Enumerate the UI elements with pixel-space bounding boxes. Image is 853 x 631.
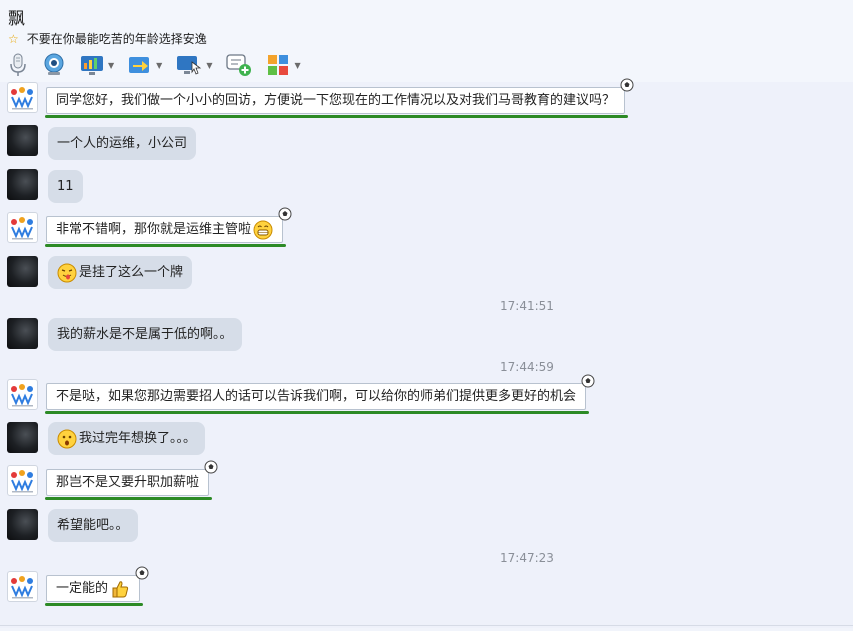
chat-header: 飘 ☆ 不要在你最能吃苦的年龄选择安逸 ▼ ▼ ▼ ▼ xyxy=(0,0,853,82)
avatar[interactable] xyxy=(7,212,38,243)
message-text: 我过完年想换了。。。 xyxy=(79,431,197,446)
message-text: 一定能的 xyxy=(56,581,109,596)
toolbar: ▼ ▼ ▼ ▼ xyxy=(8,52,315,78)
screen-share-button[interactable]: ▼ xyxy=(80,54,114,76)
microphone-button[interactable] xyxy=(8,53,28,77)
remote-assist-icon xyxy=(177,56,202,75)
message-bubble: 我的薪水是不是属于低的啊。。 xyxy=(48,318,242,351)
message-bubble: 希望能吧。。 xyxy=(48,509,138,542)
thumbs-up-emoji xyxy=(112,580,129,597)
contact-name: 飘 xyxy=(8,9,25,29)
message-bubble: 那岂不是又要升职加薪啦 xyxy=(44,460,218,500)
signature-text: 不要在你最能吃苦的年龄选择安逸 xyxy=(26,32,207,46)
apps-grid-icon xyxy=(268,55,289,75)
message-add-icon xyxy=(226,54,252,76)
message-bubble: 是挂了这么一个牌 xyxy=(48,256,193,289)
message-text: 一个人的运维，小公司 xyxy=(57,136,188,151)
apps-button[interactable]: ▼ xyxy=(266,53,301,77)
avatar[interactable] xyxy=(7,169,38,200)
microphone-icon xyxy=(10,53,26,76)
message-bubble: 一个人的运维，小公司 xyxy=(48,127,197,160)
avatar[interactable] xyxy=(7,465,38,496)
chevron-down-icon[interactable]: ▼ xyxy=(206,61,212,70)
message-text: 是挂了这么一个牌 xyxy=(79,265,184,280)
send-file-button[interactable]: ▼ xyxy=(128,54,162,76)
star-icon: ☆ xyxy=(8,31,19,46)
message-text: 同学您好，我们做一个小小的回访，方便说一下您现在的工作情况以及对我们马哥教育的建… xyxy=(56,93,616,108)
soccer-ball-icon xyxy=(278,207,292,221)
message-bubble: 不是哒，如果您那边需要招人的话可以告诉我们啊，可以给你的师弟们提供更多更好的机会 xyxy=(44,374,595,414)
message-bubble: 非常不错啊，那你就是运维主管啦 xyxy=(44,207,292,247)
avatar[interactable] xyxy=(7,571,38,602)
timestamp: 17:47:23 xyxy=(500,551,554,565)
message-text: 非常不错啊，那你就是运维主管啦 xyxy=(56,222,252,237)
soccer-ball-icon xyxy=(135,566,149,580)
chat-history[interactable]: 同学您好，我们做一个小小的回访，方便说一下您现在的工作情况以及对我们马哥教育的建… xyxy=(0,78,853,628)
message-text: 希望能吧。。 xyxy=(57,518,129,533)
logo-icon xyxy=(11,576,33,599)
webcam-button[interactable] xyxy=(42,53,66,77)
timestamp: 17:44:59 xyxy=(500,360,554,374)
message-text: 不是哒，如果您那边需要招人的话可以告诉我们啊，可以给你的师弟们提供更多更好的机会 xyxy=(56,389,577,404)
webcam-icon xyxy=(44,53,64,75)
chevron-down-icon[interactable]: ▼ xyxy=(156,61,162,70)
chevron-down-icon[interactable]: ▼ xyxy=(108,61,114,70)
logo-icon xyxy=(11,87,33,110)
avatar[interactable] xyxy=(7,379,38,410)
soccer-ball-icon xyxy=(204,460,218,474)
avatar[interactable] xyxy=(7,318,38,349)
signature-row: ☆ 不要在你最能吃苦的年龄选择安逸 xyxy=(8,30,207,47)
remote-assist-button[interactable]: ▼ xyxy=(176,54,212,76)
avatar[interactable] xyxy=(7,125,38,156)
avatar[interactable] xyxy=(7,82,38,113)
avatar[interactable] xyxy=(7,256,38,287)
tongue-emoji xyxy=(57,263,77,282)
screen-share-icon xyxy=(81,56,103,75)
avatar[interactable] xyxy=(7,509,38,540)
timestamp: 17:41:51 xyxy=(500,299,554,313)
message-text: 那岂不是又要升职加薪啦 xyxy=(56,475,200,490)
grin-emoji xyxy=(253,220,273,239)
chevron-down-icon[interactable]: ▼ xyxy=(294,61,300,70)
message-bubble: 我过完年想换了。。。 xyxy=(48,422,206,455)
message-bubble: 一定能的 xyxy=(44,566,149,606)
message-text: 我的薪水是不是属于低的啊。。 xyxy=(57,327,233,342)
avatar[interactable] xyxy=(7,422,38,453)
message-bubble: 同学您好，我们做一个小小的回访，方便说一下您现在的工作情况以及对我们马哥教育的建… xyxy=(44,78,634,118)
surprised-emoji xyxy=(57,429,77,448)
soccer-ball-icon xyxy=(581,374,595,388)
send-file-icon xyxy=(129,57,150,73)
logo-icon xyxy=(11,217,33,240)
logo-icon xyxy=(11,384,33,407)
logo-icon xyxy=(11,470,33,493)
message-bubble: 11 xyxy=(48,170,83,203)
soccer-ball-icon xyxy=(620,78,634,92)
message-text: 11 xyxy=(57,179,74,194)
divider xyxy=(0,625,853,626)
message-add-button[interactable] xyxy=(226,53,252,77)
